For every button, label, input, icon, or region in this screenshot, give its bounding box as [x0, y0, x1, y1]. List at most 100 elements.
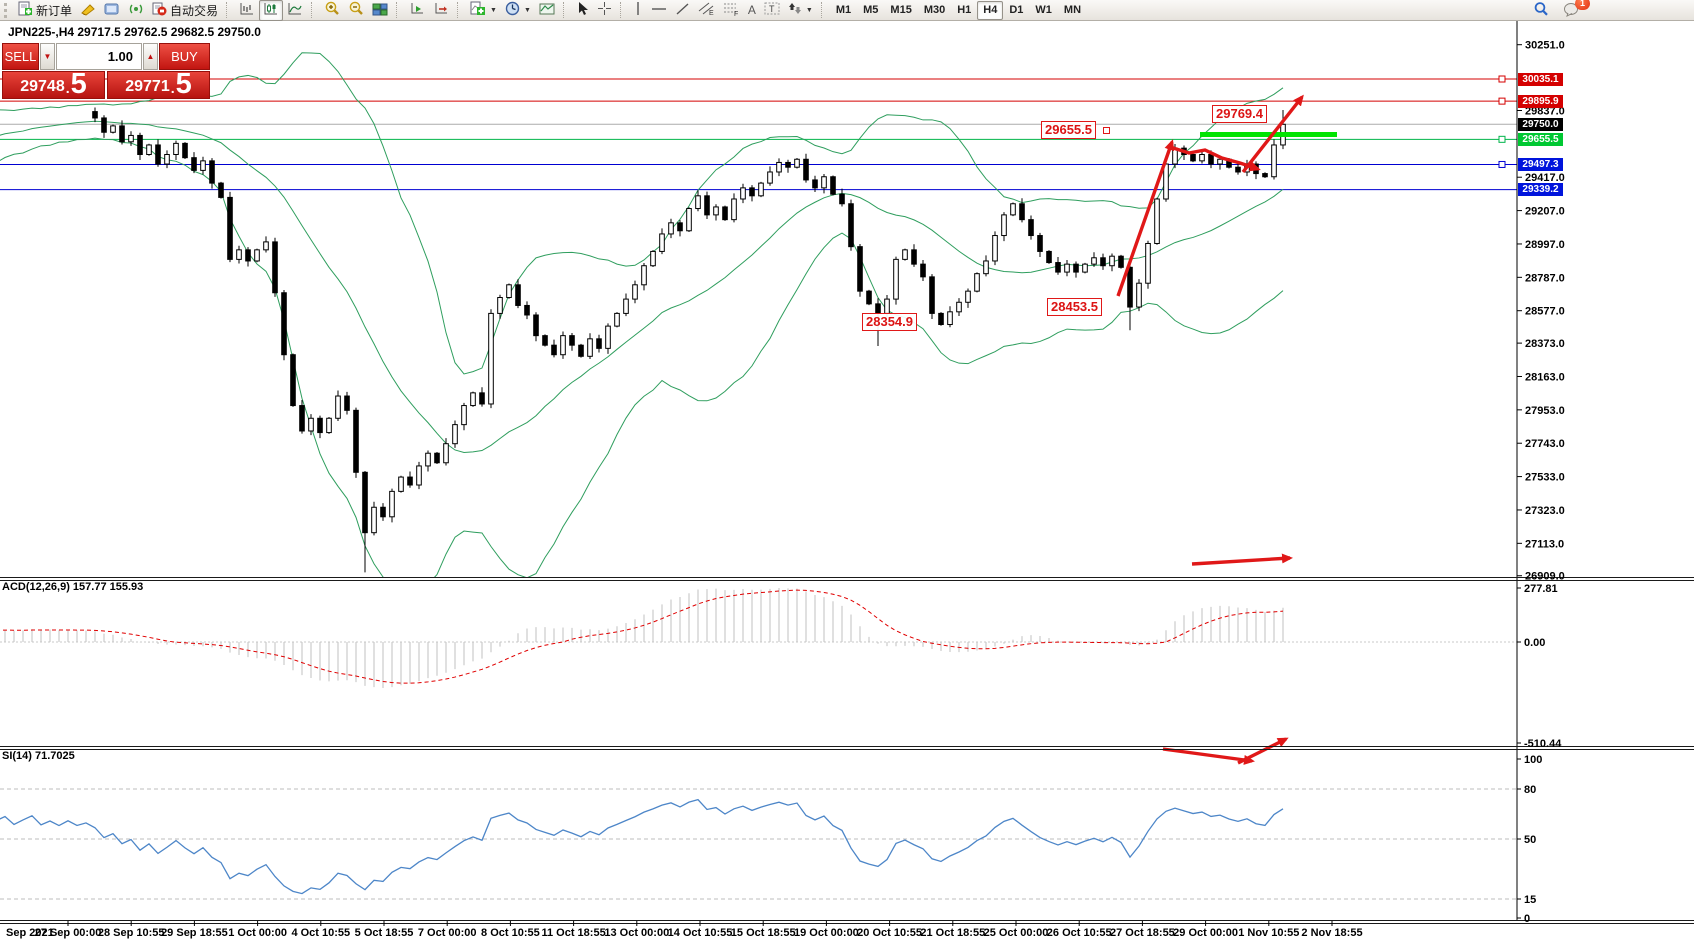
trend-arrow	[1238, 739, 1286, 763]
main-toolbar: 新订单 自动交易	[0, 0, 1694, 21]
timeframe-button-m1[interactable]: M1	[830, 1, 857, 20]
candle-body	[291, 355, 296, 406]
toolbar-separator	[311, 2, 316, 18]
horizontal-line-button[interactable]	[647, 0, 671, 21]
candle-body	[453, 425, 458, 444]
timeframe-button-m30[interactable]: M30	[918, 1, 951, 20]
auto-trading-button[interactable]: 自动交易	[148, 0, 222, 21]
channel-button[interactable]: E	[694, 0, 719, 21]
time-axis-label: 25 Oct 00:00	[984, 927, 1049, 939]
candle-body	[642, 266, 647, 285]
timeframe-button-h1[interactable]: H1	[951, 1, 977, 20]
buy-price-dot: .	[171, 79, 175, 97]
volume-increase-button[interactable]: ▲	[143, 43, 158, 70]
tile-windows-button[interactable]	[368, 0, 392, 21]
candle-body	[984, 261, 989, 274]
sell-price[interactable]: 29748.5	[2, 71, 105, 99]
time-axis-label: 8 Oct 10:55	[481, 927, 540, 939]
text-label-button[interactable]: T	[760, 0, 784, 21]
time-axis-label: 19 Oct 00:00	[794, 927, 859, 939]
chat-button[interactable]: 1	[1559, 0, 1584, 21]
time-axis-label: 1 Oct 00:00	[228, 927, 287, 939]
candle-body	[147, 145, 152, 155]
candle-body	[732, 199, 737, 220]
auto-trading-icon	[152, 1, 167, 19]
channel-icon: E	[698, 1, 715, 19]
templates-button[interactable]	[535, 0, 559, 21]
one-click-trading-panel: SELL ▼ ▲ BUY 29748.5 29771.5	[2, 43, 210, 99]
styler-button[interactable]	[76, 0, 100, 21]
candle-body	[1110, 256, 1115, 266]
sell-button[interactable]: SELL	[2, 43, 39, 70]
bar-chart-button[interactable]	[235, 0, 259, 21]
trend-arrow	[1163, 749, 1252, 761]
candlestick-chart-button[interactable]	[259, 0, 283, 21]
profiles-button[interactable]	[100, 0, 124, 21]
timeframe-button-m15[interactable]: M15	[884, 1, 917, 20]
periods-button[interactable]: ▼	[501, 0, 535, 21]
trendline-button[interactable]	[671, 0, 694, 21]
auto-scroll-button[interactable]	[405, 0, 429, 21]
candlestick-chart-icon	[263, 2, 279, 19]
new-order-label: 新订单	[36, 2, 72, 19]
line-chart-button[interactable]	[283, 0, 307, 21]
chart-canvas[interactable]: 30251.029837.029417.029207.028997.028787…	[0, 0, 1694, 943]
candle-body	[723, 207, 728, 220]
candle-body	[372, 507, 377, 532]
candle-body	[345, 396, 350, 410]
price-tick-label: 27743.0	[1525, 438, 1565, 450]
buy-price-pip: 5	[176, 72, 192, 97]
highlight-level-segment	[1200, 132, 1337, 137]
timeframe-button-m5[interactable]: M5	[857, 1, 884, 20]
new-order-button[interactable]: 新订单	[14, 0, 76, 21]
candle-body	[390, 491, 395, 516]
candle-body	[507, 285, 512, 298]
signals-button[interactable]	[124, 0, 148, 21]
timeframe-button-mn[interactable]: MN	[1058, 1, 1087, 20]
zoom-out-button[interactable]	[344, 0, 368, 21]
candle-body	[399, 477, 404, 491]
candle-body	[426, 453, 431, 466]
buy-price[interactable]: 29771.5	[107, 71, 210, 99]
time-axis-label: 13 Oct 00:00	[604, 927, 669, 939]
price-tick-label: 29417.0	[1525, 172, 1565, 184]
toolbar-grip[interactable]	[4, 3, 11, 18]
price-tick-label: 29207.0	[1525, 206, 1565, 218]
volume-input[interactable]	[56, 43, 142, 70]
indicator-axis-label: 0	[1524, 913, 1530, 925]
candle-body	[1002, 215, 1007, 236]
crosshair-button[interactable]	[593, 0, 616, 21]
candle-body	[1236, 167, 1241, 172]
indicators-add-button[interactable]: ▼	[466, 0, 501, 21]
vertical-line-button[interactable]	[629, 0, 647, 21]
candle-body	[1092, 258, 1097, 264]
candle-body	[1200, 154, 1205, 160]
svg-text:T: T	[769, 4, 775, 14]
timeframe-button-h4[interactable]: H4	[977, 1, 1003, 20]
volume-decrease-button[interactable]: ▼	[40, 43, 55, 70]
search-button[interactable]	[1529, 0, 1553, 21]
time-axis-label: 11 Oct 18:55	[541, 927, 605, 939]
candle-body	[471, 393, 476, 406]
buy-button[interactable]: BUY	[159, 43, 210, 70]
timeframe-button-d1[interactable]: D1	[1003, 1, 1029, 20]
cursor-button[interactable]	[572, 0, 593, 21]
arrows-button[interactable]: ▼	[784, 0, 817, 21]
zoom-in-button[interactable]	[320, 0, 344, 21]
candle-body	[1056, 263, 1061, 273]
candle-body	[1047, 251, 1052, 262]
toolbar-separator	[457, 2, 462, 18]
time-axis-label: 26 Oct 10:55	[1047, 927, 1112, 939]
price-tick-label: 27533.0	[1525, 472, 1565, 484]
candle-body	[894, 259, 899, 299]
timeframe-button-w1[interactable]: W1	[1029, 1, 1058, 20]
fibonacci-button[interactable]: F	[719, 0, 744, 21]
time-axis-label: 28 Sep 10:55	[98, 927, 165, 939]
indicator-axis-label: -510.44	[1524, 738, 1562, 750]
candle-body	[552, 345, 557, 355]
candle-body	[813, 180, 818, 188]
bollinger-middle-band	[0, 121, 1283, 452]
text-button[interactable]: A	[744, 0, 760, 21]
chart-shift-button[interactable]	[429, 0, 453, 21]
candle-body	[1074, 264, 1079, 272]
